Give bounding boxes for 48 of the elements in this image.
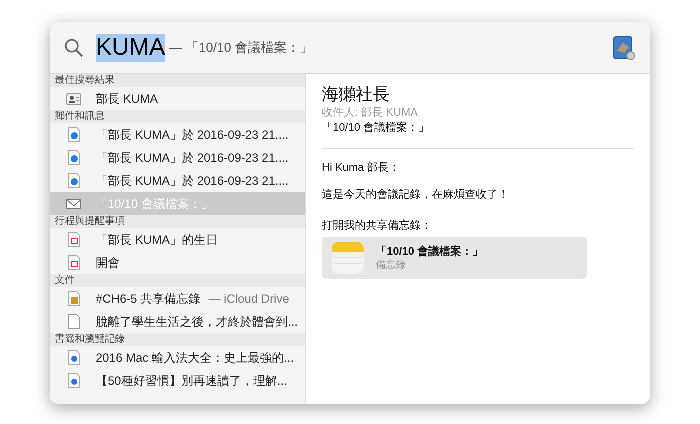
result-row[interactable]: 部長 KUMA	[50, 87, 305, 110]
note-attachment[interactable]: 「10/10 會議檔案：」 備忘錄	[322, 237, 587, 279]
section-header: 文件	[55, 274, 75, 286]
document-icon	[66, 350, 82, 366]
email-text: Hi Kuma 部長：	[322, 161, 402, 176]
sender-name: 海獺社長	[322, 84, 391, 106]
result-title: 脫離了學生生活之後，才終於體會到...	[96, 314, 298, 330]
result-row[interactable]: 「部長 KUMA」於 2016-09-23 21....	[50, 123, 305, 146]
result-title: 部長 KUMA	[96, 90, 158, 108]
result-row[interactable]: 「部長 KUMA」的生日	[50, 228, 305, 251]
result-title: 「部長 KUMA」的生日	[96, 232, 218, 248]
contact-card-icon	[66, 90, 82, 106]
attachment-type: 備忘錄	[376, 258, 407, 272]
result-row[interactable]: 【50種好習慣】別再速讀了，理解...	[50, 369, 305, 392]
result-row[interactable]: 「部長 KUMA」於 2016-09-23 21....	[50, 169, 305, 192]
result-row[interactable]: 脫離了學生生活之後，才終於體會到...	[50, 310, 305, 333]
document-icon	[66, 290, 82, 306]
result-title: #CH6-5 共享備忘錄	[96, 290, 201, 308]
result-row[interactable]: 開會	[50, 251, 305, 274]
email-text: 這是今天的會議記錄，在麻煩查收了！	[322, 188, 510, 203]
result-title: 「部長 KUMA」於 2016-09-23 21....	[96, 150, 289, 166]
document-icon	[66, 150, 82, 166]
document-icon	[66, 232, 82, 248]
result-title: 「部長 KUMA」於 2016-09-23 21....	[96, 172, 289, 190]
document-icon	[66, 172, 82, 188]
email-subject: 「10/10 會議檔案：」	[322, 121, 431, 136]
section-header: 行程與提醒事項	[55, 216, 125, 228]
recipient-line: 收件人: 部長 KUMA	[322, 106, 419, 121]
search-field[interactable]: KUMA — 「10/10 會議檔案：」	[96, 34, 612, 62]
document-icon	[66, 254, 82, 270]
document-icon	[66, 372, 82, 388]
result-title: 「部長 KUMA」於 2016-09-23 21....	[96, 126, 289, 144]
result-title: 開會	[96, 254, 120, 272]
document-icon	[66, 126, 82, 142]
blank-file-icon	[66, 314, 82, 330]
result-title: 【50種好習慣】別再速讀了，理解...	[96, 372, 288, 390]
attachment-title: 「10/10 會議檔案：」	[376, 244, 484, 258]
notes-icon	[332, 242, 364, 274]
search-icon	[64, 38, 84, 58]
email-text: 打開我的共享備忘錄：	[322, 219, 433, 234]
section-header: 郵件和訊息	[55, 110, 105, 122]
section-header: 書籤和瀏覽記錄	[55, 334, 125, 346]
result-title: 2016 Mac 輸入法大全：史上最強的...	[96, 350, 294, 366]
result-row[interactable]: 2016 Mac 輸入法大全：史上最強的...	[50, 346, 305, 369]
result-row[interactable]: #CH6-5 共享備忘錄 — iCloud Drive	[50, 287, 305, 310]
section-header: 最佳搜尋結果	[55, 74, 115, 86]
result-row[interactable]: 「部長 KUMA」於 2016-09-23 21....	[50, 146, 305, 169]
result-location: — iCloud Drive	[208, 290, 290, 308]
